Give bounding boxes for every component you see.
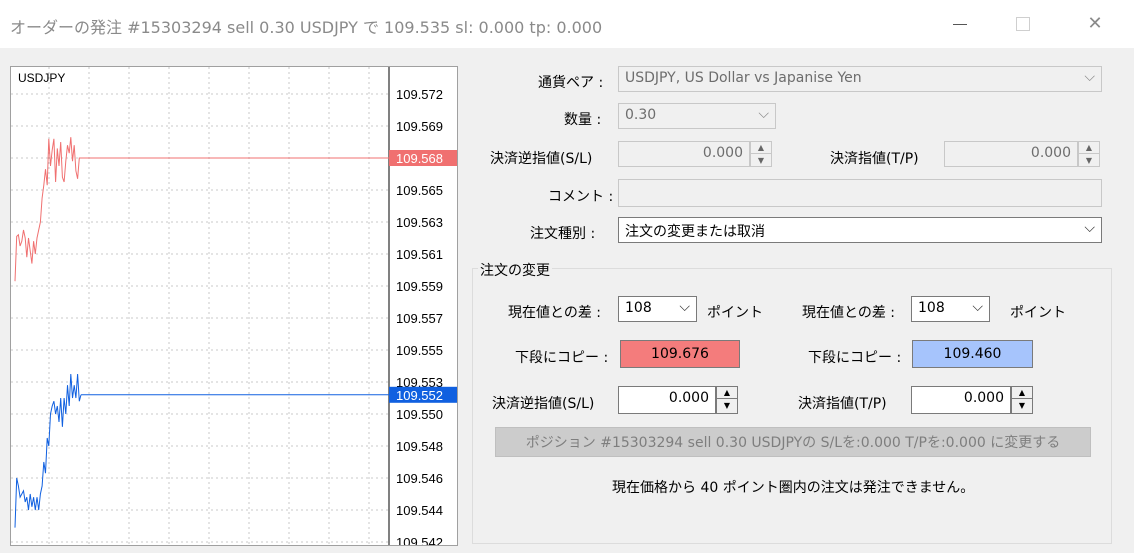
copy-label-right: 下段にコピー : bbox=[808, 350, 902, 366]
price-axis-label: 109.559 bbox=[396, 279, 443, 294]
modify-sl-input[interactable]: 0.000 bbox=[618, 386, 716, 414]
spin-down-icon[interactable]: ▼ bbox=[1012, 399, 1032, 411]
close-button[interactable]: ✕ bbox=[1075, 10, 1115, 38]
diff-select-left[interactable]: 108 ⌵ bbox=[618, 296, 697, 322]
chevron-down-icon: ⌵ bbox=[972, 299, 983, 315]
price-axis-label: 109.572 bbox=[396, 87, 443, 102]
price-axis-label: 109.565 bbox=[396, 183, 443, 198]
copy-label-left: 下段にコピー : bbox=[515, 350, 609, 366]
spin-up-icon[interactable]: ▲ bbox=[717, 387, 737, 399]
tp-field: 0.000 bbox=[944, 141, 1078, 167]
spin-up-icon[interactable]: ▲ bbox=[1012, 387, 1032, 399]
volume-select: 0.30 ⌵ bbox=[618, 103, 776, 129]
minimize-button[interactable] bbox=[940, 10, 980, 38]
modify-sl-label: 決済逆指値(S/L) bbox=[492, 396, 595, 412]
copy-tp-value: 109.460 bbox=[943, 346, 1002, 362]
price-axis-label: 109.561 bbox=[396, 247, 443, 262]
price-axis-label: 109.542 bbox=[396, 535, 443, 546]
chevron-down-icon: ⌵ bbox=[758, 106, 769, 122]
pair-select: USDJPY, US Dollar vs Japanise Yen ⌵ bbox=[618, 66, 1102, 92]
diff-select-right[interactable]: 108 ⌵ bbox=[911, 296, 990, 322]
title-bar: オーダーの発注 #15303294 sell 0.30 USDJPY で 109… bbox=[0, 0, 1134, 48]
volume-label: 数量 : bbox=[564, 112, 602, 128]
diff-value-left: 108 bbox=[625, 300, 652, 316]
close-icon: ✕ bbox=[1087, 13, 1103, 34]
minimize-icon bbox=[953, 23, 967, 25]
modify-tp-label: 決済指値(T/P) bbox=[798, 396, 887, 412]
price-series-line bbox=[14, 137, 81, 282]
diff-label-right: 現在値との差 : bbox=[802, 305, 896, 321]
chevron-down-icon: ⌵ bbox=[679, 299, 690, 315]
price-axis-label: 109.569 bbox=[396, 119, 443, 134]
chevron-down-icon: ⌵ bbox=[1084, 220, 1095, 236]
maximize-button bbox=[1003, 10, 1043, 38]
distance-note: 現在価格から 40 ポイント圏内の注文は発注できません。 bbox=[612, 480, 975, 496]
diff-value-right: 108 bbox=[918, 300, 945, 316]
spin-down-icon: ▼ bbox=[757, 155, 765, 165]
chart-symbol-label: USDJPY bbox=[18, 71, 66, 85]
modify-tp-input[interactable]: 0.000 bbox=[911, 386, 1011, 414]
price-axis-label: 109.546 bbox=[396, 471, 443, 486]
chart-canvas: 109.572109.569109.567109.565109.563109.5… bbox=[11, 67, 457, 546]
modify-tp-spinner[interactable]: ▲ ▼ bbox=[1011, 386, 1033, 414]
price-axis-label: 109.544 bbox=[396, 503, 443, 518]
modify-tp-value: 0.000 bbox=[963, 390, 1004, 406]
diff-label-left: 現在値との差 : bbox=[508, 305, 602, 321]
order-type-select[interactable]: 注文の変更または取消 ⌵ bbox=[618, 217, 1102, 243]
sl-field: 0.000 bbox=[618, 141, 750, 167]
spin-up-icon: ▲ bbox=[751, 142, 771, 154]
copy-sl-value: 109.676 bbox=[651, 346, 709, 362]
pair-label: 通貨ペア : bbox=[538, 75, 604, 91]
current-price-tag-label: 109.552 bbox=[396, 388, 443, 403]
copy-sl-button[interactable]: 109.676 bbox=[620, 340, 740, 368]
current-price-tag-label: 109.568 bbox=[396, 151, 443, 166]
order-type-label: 注文種別 : bbox=[530, 226, 596, 242]
sl-value: 0.000 bbox=[702, 145, 743, 161]
price-axis-label: 109.563 bbox=[396, 215, 443, 230]
sl-spinner: ▲ ▼ bbox=[750, 141, 772, 167]
pair-value: USDJPY, US Dollar vs Japanise Yen bbox=[625, 70, 862, 86]
price-axis-label: 109.550 bbox=[396, 407, 443, 422]
comment-label: コメント : bbox=[548, 189, 614, 205]
spin-down-icon[interactable]: ▼ bbox=[717, 399, 737, 411]
sl-label: 決済逆指値(S/L) bbox=[490, 151, 593, 167]
price-series-line bbox=[14, 373, 82, 528]
points-label-left: ポイント bbox=[707, 305, 763, 321]
spin-down-icon: ▼ bbox=[1085, 155, 1093, 165]
order-type-value: 注文の変更または取消 bbox=[625, 224, 765, 240]
copy-tp-button[interactable]: 109.460 bbox=[912, 340, 1033, 368]
price-axis-label: 109.548 bbox=[396, 439, 443, 454]
modify-sl-spinner[interactable]: ▲ ▼ bbox=[716, 386, 738, 414]
modify-position-button: ポジション #15303294 sell 0.30 USDJPYの S/Lを:0… bbox=[495, 427, 1091, 457]
comment-field bbox=[618, 179, 1102, 207]
price-axis-label: 109.555 bbox=[396, 343, 443, 358]
tp-value: 0.000 bbox=[1030, 145, 1071, 161]
chevron-down-icon: ⌵ bbox=[1084, 69, 1095, 85]
volume-value: 0.30 bbox=[625, 107, 657, 123]
price-axis-label: 109.557 bbox=[396, 311, 443, 326]
tp-spinner: ▲ ▼ bbox=[1078, 141, 1100, 167]
spin-up-icon: ▲ bbox=[1079, 142, 1099, 154]
window-title: オーダーの発注 #15303294 sell 0.30 USDJPY で 109… bbox=[10, 18, 603, 37]
modify-position-label: ポジション #15303294 sell 0.30 USDJPYの S/Lを:0… bbox=[525, 435, 1061, 451]
tp-label: 決済指値(T/P) bbox=[830, 151, 919, 167]
tick-chart: 109.572109.569109.567109.565109.563109.5… bbox=[10, 66, 458, 546]
maximize-icon bbox=[1016, 17, 1030, 31]
dialog-body: 109.572109.569109.567109.565109.563109.5… bbox=[0, 48, 1134, 553]
points-label-right: ポイント bbox=[1010, 305, 1066, 321]
modify-group-title: 注文の変更 bbox=[478, 260, 552, 280]
modify-sl-value: 0.000 bbox=[668, 390, 709, 406]
